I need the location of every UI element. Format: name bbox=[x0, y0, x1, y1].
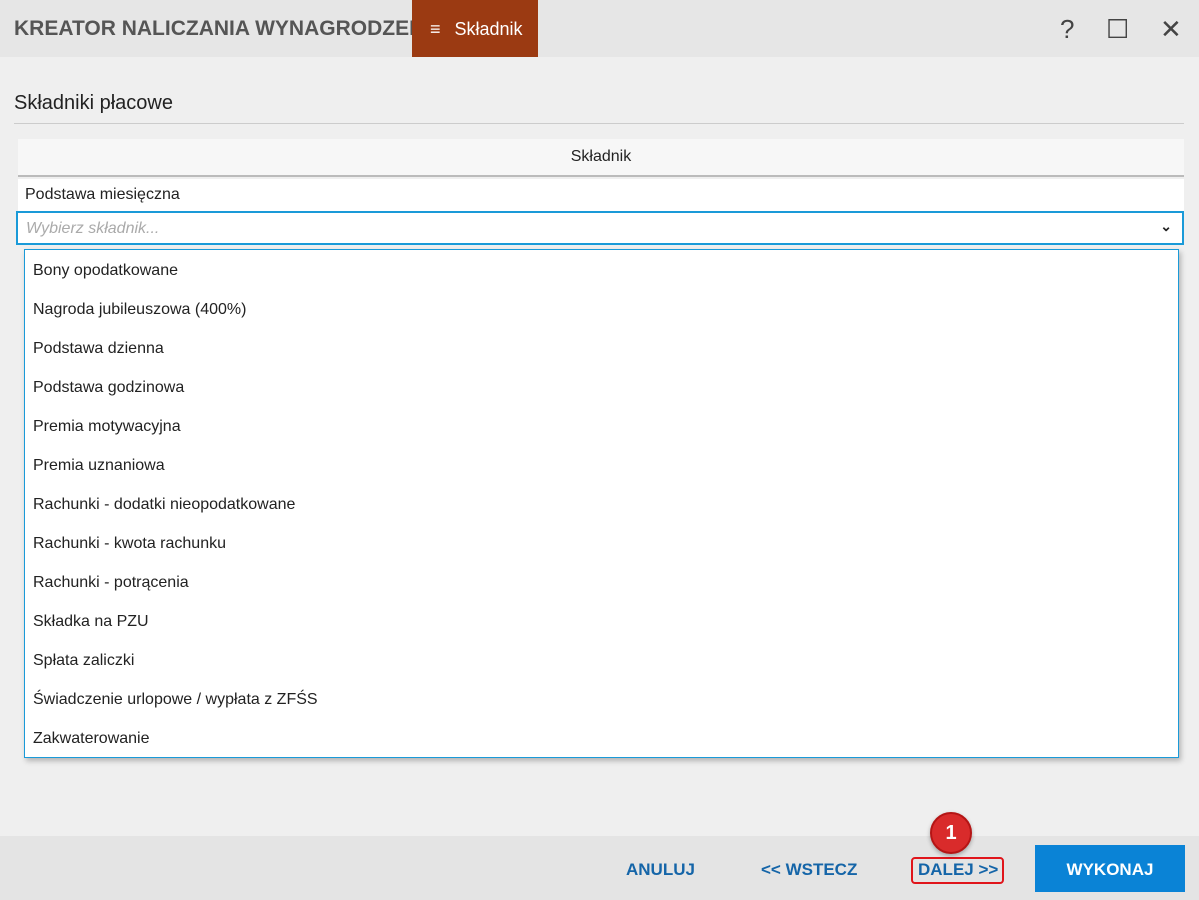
highlight-box bbox=[911, 857, 1004, 884]
dropdown-item[interactable]: Rachunki - potrącenia bbox=[25, 564, 1178, 603]
chevron-down-icon[interactable]: ⌄ bbox=[1160, 218, 1172, 235]
dropdown-item[interactable]: Świadczenie urlopowe / wypłata z ZFŚS bbox=[25, 681, 1178, 720]
maximize-button[interactable]: ☐ bbox=[1106, 14, 1129, 45]
section-title: Składniki płacowe bbox=[14, 92, 173, 114]
dropdown-item[interactable]: Zakwaterowanie bbox=[25, 720, 1178, 759]
cancel-button[interactable]: ANULUJ bbox=[626, 860, 695, 880]
dropdown-item[interactable]: Podstawa dzienna bbox=[25, 330, 1178, 369]
component-combobox[interactable]: Wybierz składnik... ⌄ bbox=[16, 211, 1184, 245]
dropdown-item[interactable]: Nagroda jubileuszowa (400%) bbox=[25, 291, 1178, 330]
tab-skladnik[interactable]: ≡ Składnik bbox=[412, 0, 538, 57]
help-button[interactable]: ? bbox=[1060, 14, 1074, 45]
menu-icon: ≡ bbox=[430, 19, 441, 39]
dropdown-item[interactable]: Podstawa godzinowa bbox=[25, 369, 1178, 408]
dropdown-item[interactable]: Rachunki - dodatki nieopodatkowane bbox=[25, 486, 1178, 525]
dropdown-item[interactable]: Składka na PZU bbox=[25, 603, 1178, 642]
dropdown-item[interactable]: Bony opodatkowane bbox=[25, 252, 1178, 291]
close-button[interactable]: ✕ bbox=[1160, 14, 1182, 45]
back-button[interactable]: << WSTECZ bbox=[761, 860, 857, 880]
tab-label: Składnik bbox=[454, 19, 523, 39]
window-title: KREATOR NALICZANIA WYNAGRODZEŃ bbox=[14, 17, 425, 40]
execute-button[interactable]: WYKONAJ bbox=[1035, 845, 1185, 892]
dropdown-item[interactable]: Premia uznaniowa bbox=[25, 447, 1178, 486]
step-badge: 1 bbox=[930, 812, 972, 854]
combo-placeholder: Wybierz składnik... bbox=[26, 220, 160, 237]
dropdown-item[interactable]: Spłata zaliczki bbox=[25, 642, 1178, 681]
table-row[interactable]: Podstawa miesięczna bbox=[18, 179, 1184, 211]
dropdown-item[interactable]: Rachunki - kwota rachunku bbox=[25, 525, 1178, 564]
column-header[interactable]: Składnik bbox=[18, 139, 1184, 177]
dropdown-list[interactable]: Bony opodatkowane Nagroda jubileuszowa (4… bbox=[24, 249, 1179, 758]
divider bbox=[14, 123, 1184, 124]
dropdown-item[interactable]: Premia motywacyjna bbox=[25, 408, 1178, 447]
footer-bar bbox=[0, 836, 1199, 900]
